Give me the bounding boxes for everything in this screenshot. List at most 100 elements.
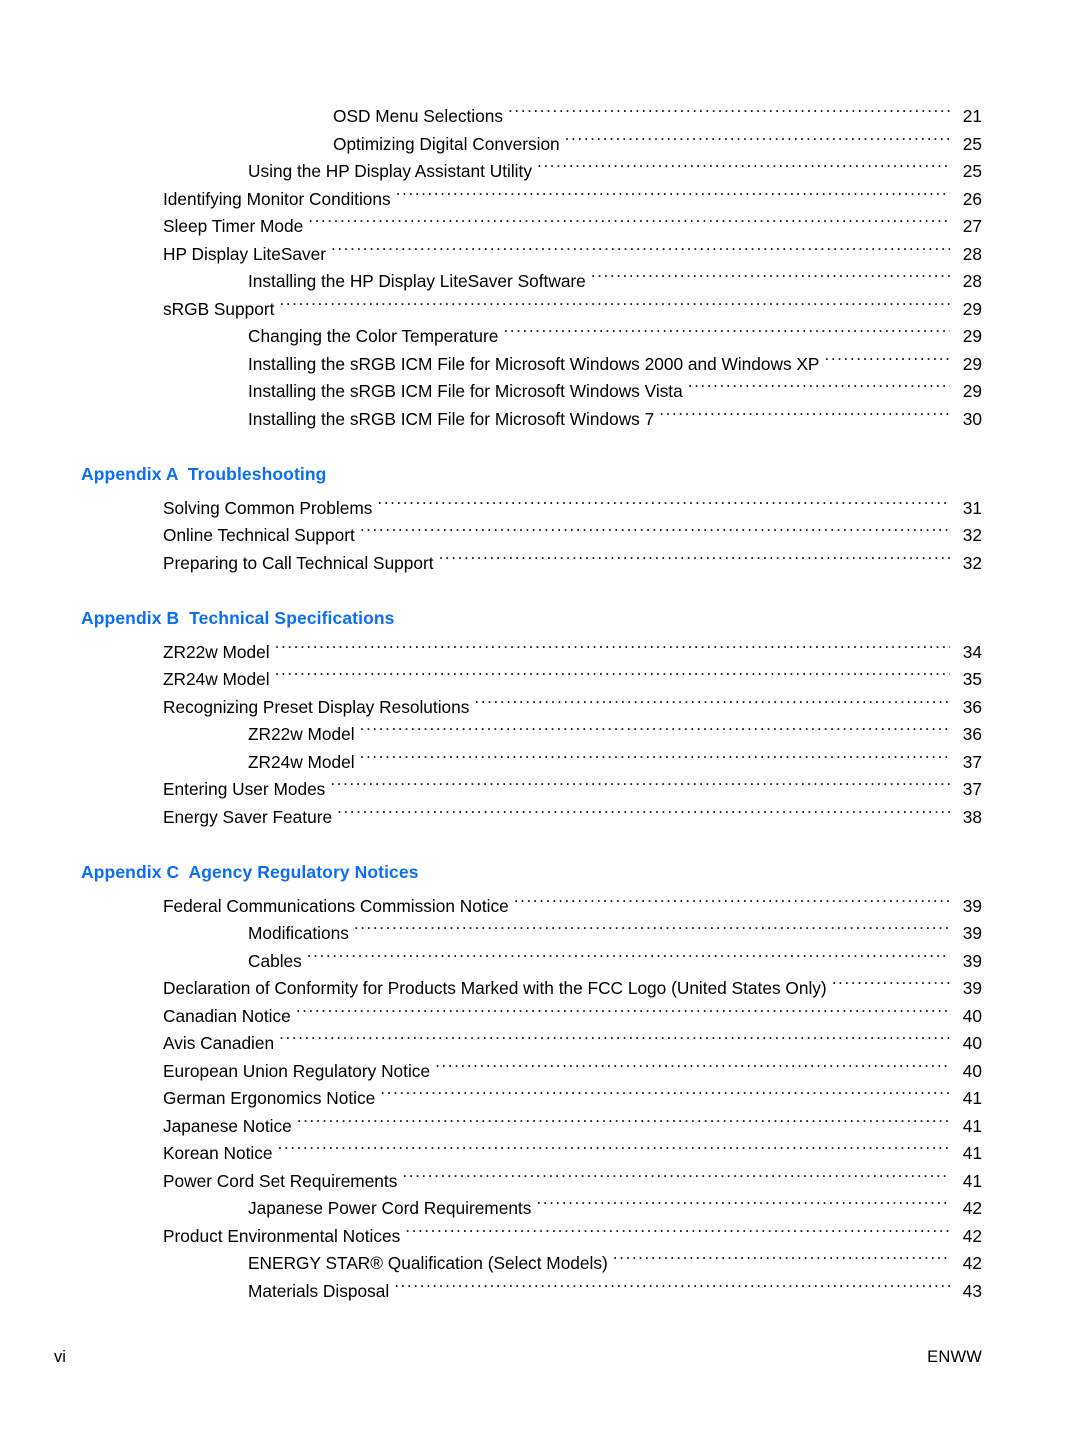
toc-entry[interactable]: Cables 39 (0, 948, 1080, 976)
dot-leader (380, 1087, 950, 1104)
toc-entry[interactable]: Japanese Notice 41 (0, 1113, 1080, 1141)
toc-entry[interactable]: HP Display LiteSaver 28 (0, 241, 1080, 269)
toc-entry[interactable]: Avis Canadien 40 (0, 1030, 1080, 1058)
toc-entry-page-number: 37 (962, 751, 982, 772)
toc-section-heading[interactable]: Appendix A Troubleshooting (0, 461, 1080, 489)
toc-entry-page-number: 42 (962, 1253, 982, 1273)
toc-entry[interactable]: Identifying Monitor Conditions 26 (0, 186, 1080, 214)
toc-entry-page-number: 29 (962, 353, 982, 374)
toc-entry-label: Entering User Modes (163, 779, 326, 799)
toc-entry-label: Canadian Notice (163, 1005, 291, 1026)
toc-entry[interactable]: Product Environmental Notices 42 (0, 1223, 1080, 1251)
toc-entry[interactable]: Using the HP Display Assistant Utility 25 (0, 158, 1080, 186)
toc-entry[interactable]: OSD Menu Selections 21 (0, 103, 1080, 131)
toc-entry[interactable]: Preparing to Call Technical Support 32 (0, 550, 1080, 578)
toc-entry[interactable]: Modifications 39 (0, 920, 1080, 948)
toc-entry[interactable]: Solving Common Problems 31 (0, 495, 1080, 523)
toc-entry-label: Materials Disposal (248, 1280, 390, 1301)
document-page: OSD Menu Selections 21 Optimizing Digital … (0, 0, 1080, 1437)
toc-entry[interactable]: Recognizing Preset Display Resolutions 36 (0, 694, 1080, 722)
dot-leader (275, 668, 950, 685)
toc-entry-label: ENERGY STAR® Qualification (Select Model… (248, 1253, 608, 1273)
dot-leader (402, 1169, 950, 1186)
toc-entry[interactable]: Power Cord Set Requirements 41 (0, 1168, 1080, 1196)
toc-entry[interactable]: ZR24w Model 37 (0, 749, 1080, 777)
toc-entry-page-number: 37 (962, 779, 982, 799)
toc-entry-label: Recognizing Preset Display Resolutions (163, 696, 470, 717)
page-footer: vi ENWW (0, 1348, 1080, 1372)
footer-locale-code: ENWW (927, 1348, 982, 1366)
toc-entry-label: European Union Regulatory Notice (163, 1060, 431, 1081)
toc-entry-page-number: 43 (962, 1280, 982, 1301)
toc-entry[interactable]: ENERGY STAR® Qualification (Select Model… (0, 1250, 1080, 1278)
toc-entry[interactable]: Entering User Modes 37 (0, 776, 1080, 804)
toc-entry[interactable]: ZR22w Model 34 (0, 639, 1080, 667)
toc-entry[interactable]: ZR22w Model 36 (0, 721, 1080, 749)
toc-section-heading[interactable]: Appendix B Technical Specifications (0, 605, 1080, 633)
toc-entry-label: Solving Common Problems (163, 497, 373, 518)
toc-entry-page-number: 29 (962, 326, 982, 346)
toc-entry-label: German Ergonomics Notice (163, 1088, 376, 1108)
toc-entry-label: sRGB Support (163, 298, 275, 319)
dot-leader (435, 1059, 950, 1076)
toc-entry[interactable]: Sleep Timer Mode 27 (0, 213, 1080, 241)
toc-entry[interactable]: Changing the Color Temperature 29 (0, 323, 1080, 351)
dot-leader (565, 132, 950, 149)
toc-entry-label: Avis Canadien (163, 1033, 275, 1053)
footer-page-number: vi (54, 1348, 66, 1366)
toc-entry-page-number: 27 (962, 216, 982, 236)
toc-entry-label: Cables (248, 950, 302, 971)
toc-entry-page-number: 26 (962, 188, 982, 209)
toc-entry[interactable]: Online Technical Support 32 (0, 522, 1080, 550)
dot-leader (354, 922, 950, 939)
toc-entry[interactable]: German Ergonomics Notice 41 (0, 1085, 1080, 1113)
toc-entry[interactable]: Installing the sRGB ICM File for Microso… (0, 378, 1080, 406)
toc-entry-label: Preparing to Call Technical Support (163, 552, 434, 573)
dot-leader (474, 695, 950, 712)
toc-entry-page-number: 34 (962, 641, 982, 662)
toc-entry-page-number: 40 (962, 1060, 982, 1081)
toc-entry[interactable]: Canadian Notice 40 (0, 1003, 1080, 1031)
toc-section-heading[interactable]: Appendix C Agency Regulatory Notices (0, 859, 1080, 887)
dot-leader (613, 1252, 950, 1269)
toc-entry[interactable]: Materials Disposal 43 (0, 1278, 1080, 1306)
toc-entry-label: Installing the HP Display LiteSaver Soft… (248, 271, 586, 291)
toc-entry[interactable]: Installing the sRGB ICM File for Microso… (0, 351, 1080, 379)
toc-entry-page-number: 28 (962, 243, 982, 264)
toc-entry-label: Japanese Notice (163, 1115, 292, 1136)
toc-entry[interactable]: ZR24w Model 35 (0, 666, 1080, 694)
toc-entry-label: ZR22w Model (163, 641, 270, 662)
toc-entry[interactable]: European Union Regulatory Notice 40 (0, 1058, 1080, 1086)
toc-entry[interactable]: Japanese Power Cord Requirements 42 (0, 1195, 1080, 1223)
toc-entry[interactable]: Energy Saver Feature 38 (0, 804, 1080, 832)
toc-entry[interactable]: Declaration of Conformity for Products M… (0, 975, 1080, 1003)
toc-entry[interactable]: Installing the HP Display LiteSaver Soft… (0, 268, 1080, 296)
toc-entry[interactable]: sRGB Support 29 (0, 296, 1080, 324)
dot-leader (688, 380, 950, 397)
toc-section: Appendix C Agency Regulatory Notices Fede… (0, 831, 1080, 1305)
toc-entry-page-number: 36 (962, 724, 982, 744)
toc-entry[interactable]: Optimizing Digital Conversion 25 (0, 131, 1080, 159)
toc-entry-label: Changing the Color Temperature (248, 326, 499, 346)
toc-section: Appendix A Troubleshooting Solving Common… (0, 433, 1080, 577)
toc-entry[interactable]: Installing the sRGB ICM File for Microso… (0, 406, 1080, 434)
toc-entry-page-number: 30 (962, 408, 982, 429)
toc-entry-label: Japanese Power Cord Requirements (248, 1198, 532, 1218)
dot-leader (514, 894, 950, 911)
dot-leader (394, 1279, 950, 1296)
toc-entry-page-number: 35 (962, 669, 982, 689)
table-of-contents: OSD Menu Selections 21 Optimizing Digital … (0, 103, 1080, 1305)
dot-leader (591, 270, 950, 287)
toc-entry[interactable]: Korean Notice 41 (0, 1140, 1080, 1168)
toc-entry[interactable]: Federal Communications Commission Notice… (0, 893, 1080, 921)
toc-entry-label: Federal Communications Commission Notice (163, 895, 509, 916)
dot-leader (360, 723, 950, 740)
dot-leader (536, 1197, 950, 1214)
toc-entry-label: Korean Notice (163, 1143, 273, 1163)
dot-leader (508, 105, 950, 122)
dot-leader (503, 325, 950, 342)
toc-entry-page-number: 36 (962, 696, 982, 717)
toc-entry-label: ZR24w Model (248, 751, 355, 772)
